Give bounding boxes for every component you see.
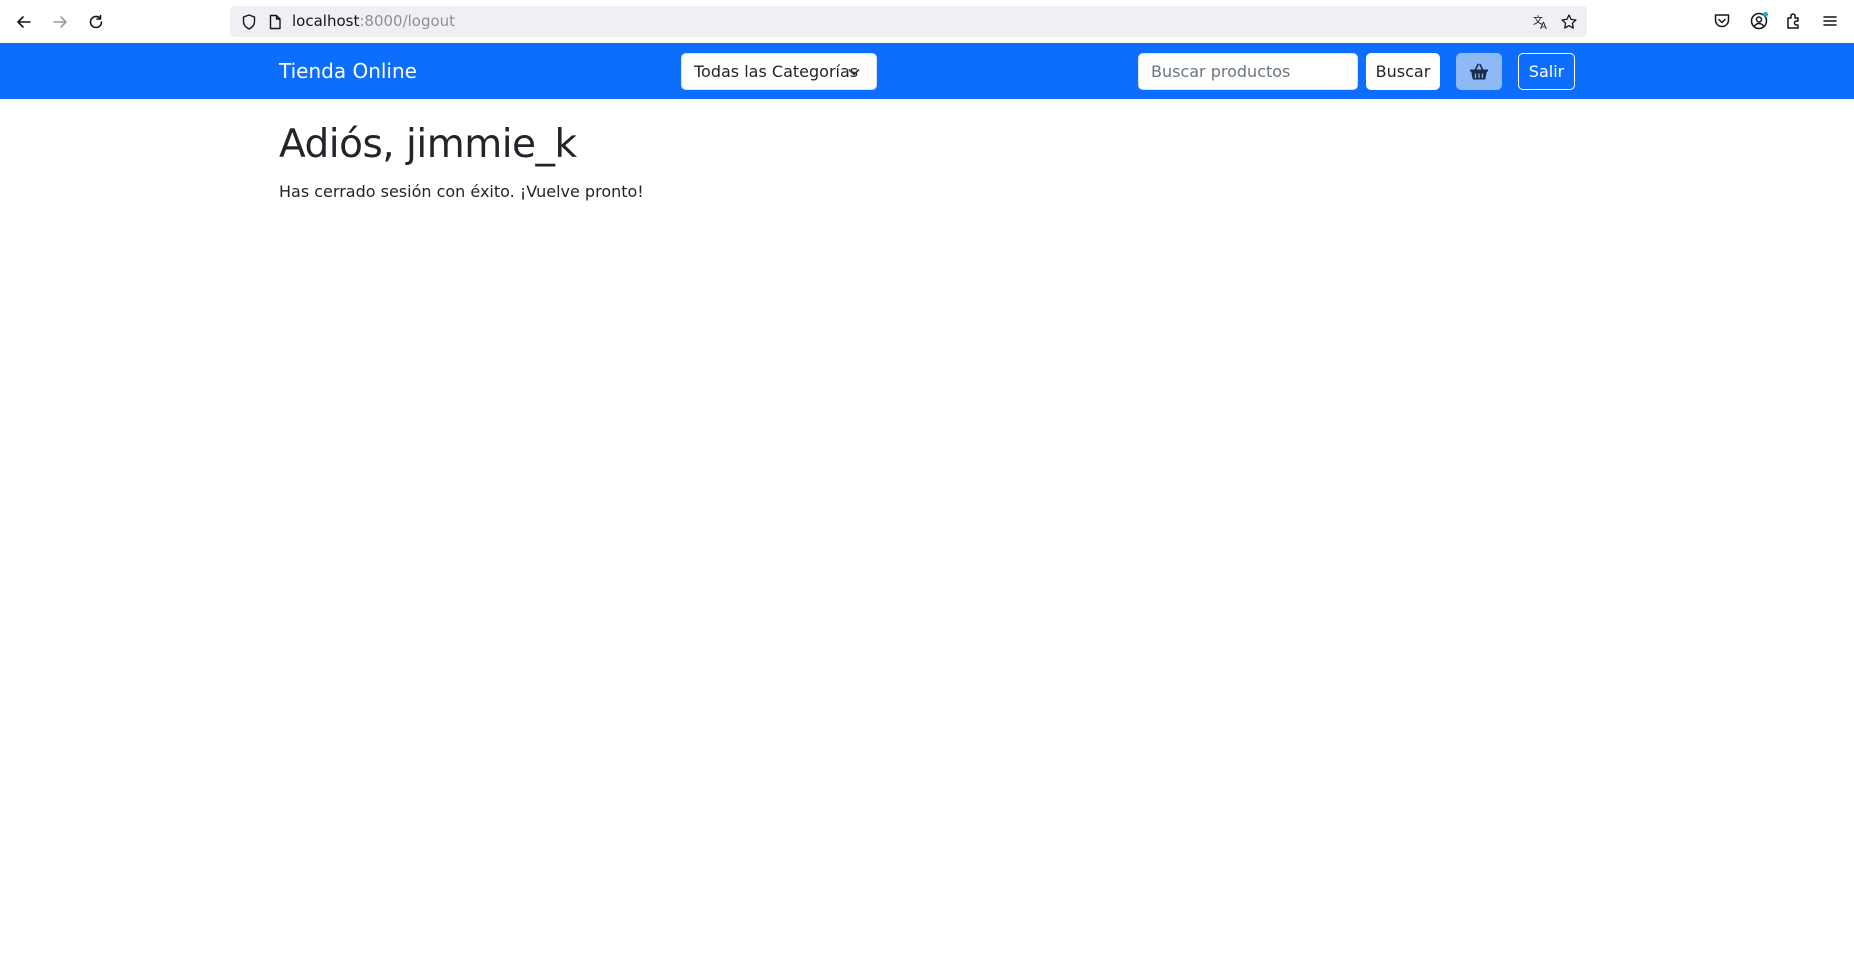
bookmark-star-icon[interactable] xyxy=(1560,13,1578,31)
search-input[interactable] xyxy=(1138,53,1358,90)
cart-button[interactable] xyxy=(1456,53,1502,90)
page-title: Adiós, jimmie_k xyxy=(279,122,577,167)
menu-icon[interactable] xyxy=(1820,11,1840,31)
translate-icon[interactable]: 文A xyxy=(1532,13,1550,32)
shield-icon[interactable] xyxy=(240,13,258,31)
logout-button[interactable]: Salir xyxy=(1518,53,1575,90)
basket-icon xyxy=(1470,63,1488,79)
back-button[interactable] xyxy=(10,8,38,36)
page-icon[interactable] xyxy=(266,13,284,31)
reload-button[interactable] xyxy=(82,8,110,36)
arrow-left-icon xyxy=(17,16,31,28)
category-select[interactable]: Todas las Categorías xyxy=(681,53,877,90)
logout-message: Has cerrado sesión con éxito. ¡Vuelve pr… xyxy=(279,182,644,201)
url-path: :8000/logout xyxy=(359,12,456,30)
url-bar[interactable]: localhost:8000/logout 文A xyxy=(230,6,1587,37)
chevron-down-icon xyxy=(848,69,860,76)
forward-button[interactable] xyxy=(46,8,74,36)
search-button[interactable]: Buscar xyxy=(1366,53,1440,90)
pocket-icon[interactable] xyxy=(1712,11,1732,31)
category-select-value: Todas las Categorías xyxy=(694,62,859,81)
browser-toolbar: localhost:8000/logout 文A xyxy=(0,0,1854,43)
extensions-icon[interactable] xyxy=(1784,11,1804,31)
account-icon[interactable] xyxy=(1749,11,1769,31)
reload-icon xyxy=(89,14,103,29)
arrow-right-icon xyxy=(53,16,67,28)
brand-link[interactable]: Tienda Online xyxy=(279,43,417,99)
url-host: localhost xyxy=(292,12,360,30)
url-text[interactable]: localhost:8000/logout xyxy=(292,6,455,37)
site-navbar: Tienda Online Todas las Categorías Busca… xyxy=(0,43,1854,99)
svg-text:A: A xyxy=(1540,21,1547,31)
